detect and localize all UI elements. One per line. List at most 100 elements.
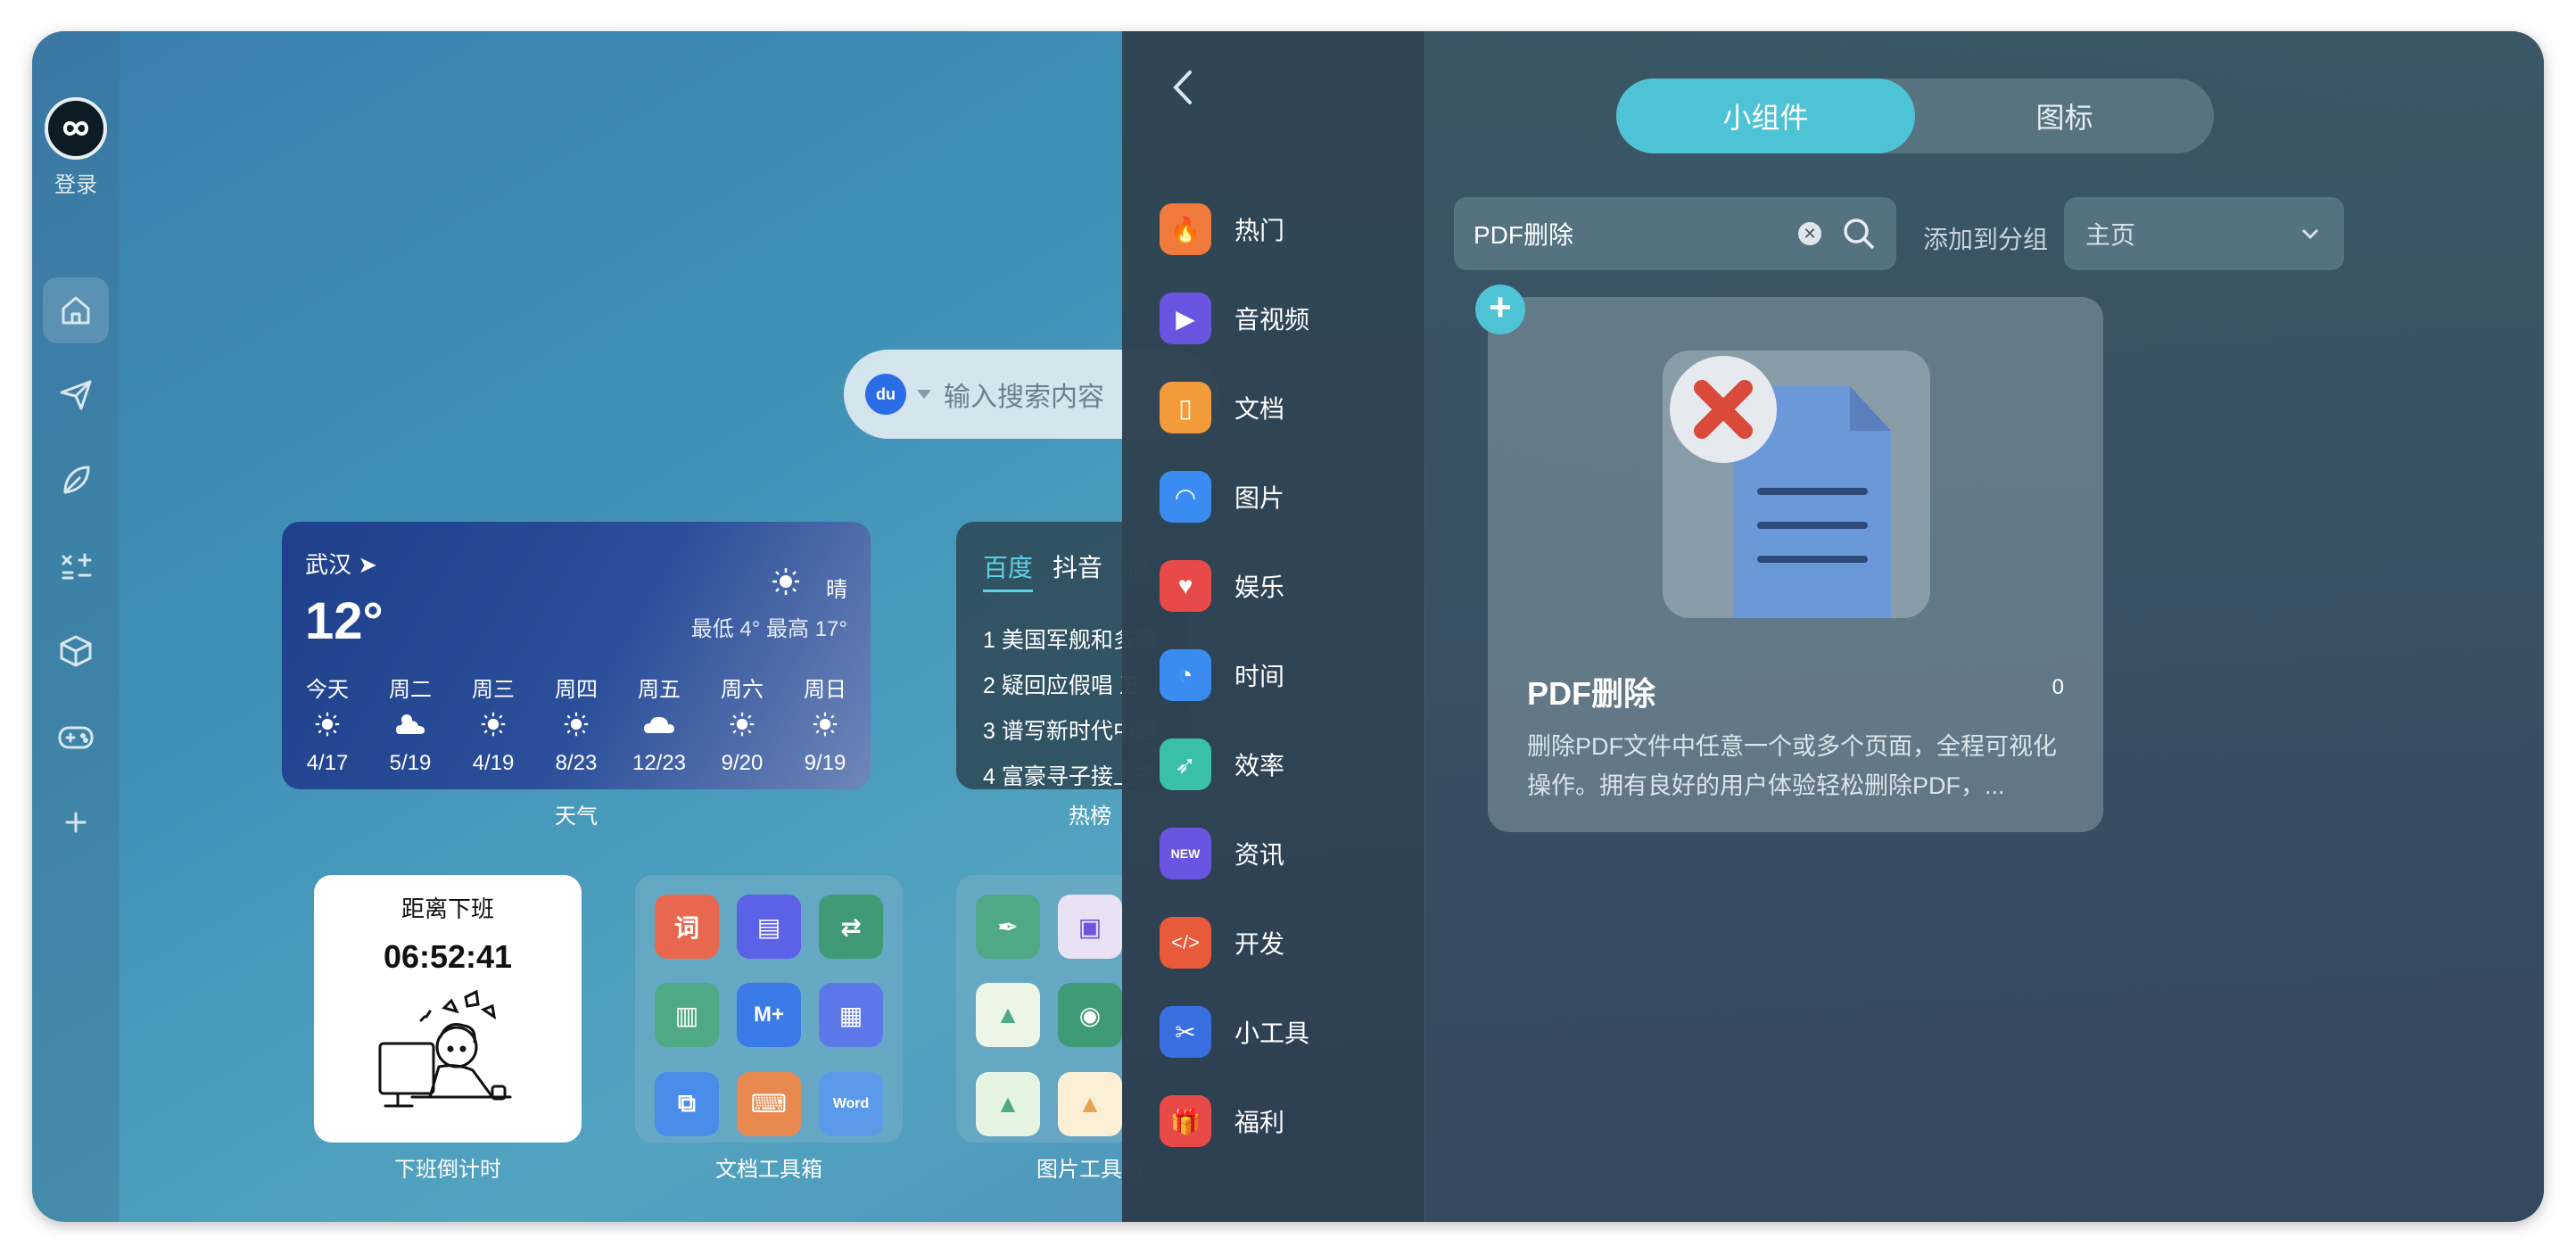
category-label: 开发 (1234, 930, 1285, 958)
forecast-date: 8/23 (555, 751, 598, 775)
sun-icon (289, 706, 366, 742)
worker-illustration (378, 989, 512, 1108)
category-image[interactable]: ◠ 图片 (1160, 470, 1284, 524)
category-hot[interactable]: 🔥 热门 (1160, 202, 1284, 256)
forecast-day: 今天 4/17 (289, 672, 366, 776)
forecast-date: 4/17 (306, 751, 349, 775)
resize-tool-icon[interactable]: ▲ (1058, 1071, 1122, 1136)
play-icon: ▶ (1160, 293, 1211, 344)
pdf-tool-icon[interactable]: ⧉ (655, 1071, 719, 1136)
pen-tool-icon[interactable]: ✒ (976, 895, 1040, 959)
sun-icon (771, 566, 801, 601)
forecast-date: 9/19 (804, 751, 846, 775)
word-tool-icon[interactable]: 词 (655, 895, 719, 959)
category-av[interactable]: ▶ 音视频 (1160, 292, 1309, 345)
gamepad-icon (58, 726, 94, 749)
doc-toolbox-caption: 文档工具箱 (715, 1158, 822, 1182)
group-select[interactable]: 主页 (2064, 197, 2344, 270)
countdown-time: 06:52:41 (383, 938, 513, 975)
countdown-widget[interactable]: 距离下班 06:52:41 (314, 875, 582, 1143)
logo-avatar[interactable] (45, 97, 107, 160)
nav-home[interactable] (43, 277, 109, 343)
category-label: 图片 (1234, 484, 1285, 512)
category-sidebar: 🔥 热门 ▶ 音视频 ▯ 文档 ◠ 图片 ♥ 娱乐 ◔ 时间 ➶ 效率 NEW … (1122, 31, 1425, 1222)
forecast-day: 周日 9/19 (787, 672, 863, 776)
nav-feather[interactable] (43, 447, 109, 513)
category-dev[interactable]: </> 开发 (1160, 916, 1284, 969)
forecast-day-name: 周二 (389, 678, 432, 702)
forecast-day-name: 周六 (721, 678, 764, 702)
forecast-day: 周四 8/23 (538, 672, 615, 776)
group-select-value: 主页 (2085, 221, 2136, 249)
forecast-day: 周三 4/19 (455, 672, 532, 776)
category-news[interactable]: NEW 资讯 (1160, 827, 1284, 880)
rocket-icon: ➶ (1160, 738, 1211, 790)
file-tool-icon[interactable]: ▥ (655, 983, 719, 1048)
sun-icon (787, 706, 863, 742)
photo-tool-icon[interactable]: ◉ (1058, 983, 1122, 1048)
category-label: 时间 (1234, 663, 1285, 690)
category-doc[interactable]: ▯ 文档 (1160, 381, 1284, 434)
widget-count: 0 (2052, 675, 2064, 699)
calc-icon (62, 553, 92, 580)
doc-toolbox-widget[interactable]: 词 ▤ ⇄ ▥ M+ ▦ ⧉ ⌨ Word (635, 875, 903, 1143)
chevron-down-icon (2301, 228, 2319, 240)
category-efficiency[interactable]: ➶ 效率 (1160, 738, 1284, 791)
nav-cube[interactable] (43, 618, 109, 684)
pdf-delete-thumbnail (1663, 351, 1930, 618)
crop-tool-icon[interactable]: ▣ (1058, 895, 1122, 959)
nav-add[interactable] (43, 789, 109, 855)
img-toolbox-widget[interactable]: ✒ ▣ ▲ ◉ ▲ ▲ (956, 875, 1154, 1143)
category-label: 效率 (1234, 752, 1285, 780)
back-button[interactable] (1165, 65, 1201, 110)
category-label: 音视频 (1234, 306, 1310, 334)
tab-douyin[interactable]: 抖音 (1053, 549, 1102, 592)
category-time[interactable]: ◔ 时间 (1160, 648, 1284, 702)
forecast-day: 周六 9/20 (704, 672, 780, 776)
clock-icon: ◔ (1160, 649, 1211, 701)
search-icon[interactable] (1841, 216, 1877, 252)
category-entertainment[interactable]: ♥ 娱乐 (1160, 559, 1284, 613)
weather-widget[interactable]: 武汉 ➤ 12° 晴 最低 4° 最高 17° 今天 4/17 周二 5/19 … (282, 522, 871, 789)
search-placeholder[interactable]: 输入搜索内容 (944, 375, 1104, 414)
forecast-day-name: 今天 (306, 678, 349, 702)
doc-icon: ▯ (1160, 382, 1211, 433)
keyboard-tool-icon[interactable]: ⌨ (737, 1071, 801, 1136)
widget-card[interactable]: + PDF删除 0 删除PDF文件中任意一个或多个页面，全程可视化操作。拥有良好… (1475, 285, 2103, 832)
pdf-word-tool-icon[interactable]: Word (819, 1071, 883, 1136)
category-tools[interactable]: ✂ 小工具 (1160, 1005, 1309, 1059)
weather-caption: 天气 (555, 804, 598, 829)
weather-condition: 晴 (826, 578, 847, 602)
form-tool-icon[interactable]: ▤ (737, 895, 801, 959)
image-tool-icon[interactable]: ▲ (976, 983, 1040, 1048)
nav-calc[interactable] (43, 532, 109, 598)
category-label: 娱乐 (1234, 573, 1285, 601)
widget-search-input[interactable] (1474, 219, 1798, 248)
send-icon (60, 380, 92, 410)
login-label[interactable]: 登录 (32, 167, 120, 198)
category-label: 热门 (1234, 217, 1285, 244)
weather-forecast: 今天 4/17 周二 5/19 周三 4/19 周四 8/23 周五 12/23… (289, 672, 863, 776)
tab-widgets[interactable]: 小组件 (1616, 78, 1915, 153)
nav-send[interactable] (43, 361, 109, 427)
tab-baidu[interactable]: 百度 (983, 549, 1034, 592)
baidu-icon[interactable]: du (865, 374, 906, 415)
cube-icon (60, 635, 92, 667)
reader-tool-icon[interactable]: ▦ (819, 983, 883, 1048)
category-welfare[interactable]: 🎁 福利 (1160, 1094, 1284, 1148)
convert-tool-icon[interactable]: ⇄ (819, 895, 883, 959)
home-icon (62, 296, 90, 325)
gift-icon: 🎁 (1160, 1095, 1211, 1147)
compress-tool-icon[interactable]: ▲ (976, 1071, 1040, 1136)
clear-icon[interactable]: ✕ (1798, 222, 1821, 245)
tab-icons[interactable]: 图标 (1915, 78, 2214, 153)
widget-search-box: ✕ (1454, 197, 1896, 270)
weather-city: 武汉 ➤ (305, 551, 378, 578)
engine-dropdown-caret[interactable] (917, 390, 931, 399)
sun-icon (538, 706, 615, 742)
add-widget-button[interactable]: + (1475, 285, 1525, 334)
feather-icon (63, 466, 90, 494)
markdown-tool-icon[interactable]: M+ (737, 983, 801, 1048)
cards-icon: ♥ (1160, 560, 1211, 612)
nav-game[interactable] (43, 704, 109, 770)
